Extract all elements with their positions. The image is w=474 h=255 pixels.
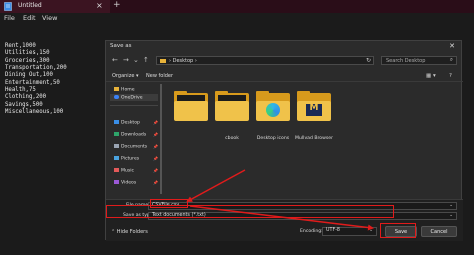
editor-line: Transportation,200 [5,65,67,72]
folder-item[interactable]: M [297,91,331,125]
pin-icon: 📌 [153,132,158,137]
editor-line: Entertainment,50 [5,79,60,86]
organize-button[interactable]: Organize ▾ [112,73,139,79]
view-options-icon[interactable]: ▦ ▾ [426,73,436,79]
home-icon [114,87,119,91]
folder-icon [215,101,249,121]
notepad-icon [4,2,12,11]
filename-row-highlight [106,205,394,218]
mullvad-icon: M [306,103,322,116]
cancel-button[interactable]: Cancel [421,226,457,237]
editor-line: Rent,1000 [5,43,36,49]
navigation-bar: ← → ⌄ ↑ › Desktop › ↻ Search Desktop ⌕ [106,55,463,67]
hide-folders-toggle[interactable]: ⌃ Hide Folders [111,229,148,235]
music-icon [114,168,119,172]
dialog-close-icon[interactable]: ✕ [449,42,455,50]
menu-file[interactable]: File [4,14,15,22]
refresh-icon[interactable]: ↻ [366,57,371,64]
menu-bar: File Edit View [0,13,474,24]
document-icon [114,144,119,148]
desktop-icon [114,120,119,124]
encoding-select[interactable]: UTF-8 ⌄ [322,227,377,236]
address-bar[interactable]: › Desktop › [156,56,374,65]
new-folder-button[interactable]: New folder [146,73,173,79]
sidebar-item-videos[interactable]: Videos [114,180,136,186]
sidebar-item-home[interactable]: Home [114,87,135,93]
editor-line: Savings,500 [5,101,43,108]
chevron-down-icon[interactable]: ⌄ [449,203,453,208]
video-icon [114,180,119,184]
folder-icon [174,101,208,121]
folder-item[interactable] [256,91,290,125]
sidebar-item-documents[interactable]: Documents [114,144,147,150]
search-icon: ⌕ [449,57,453,63]
tab-title: Untitled [18,2,42,9]
sidebar-item-onedrive[interactable]: OneDrive [114,95,143,101]
new-tab-button[interactable]: + [113,0,121,10]
command-bar: Organize ▾ New folder ▦ ▾ ? [106,72,463,82]
sidebar-item-music[interactable]: Music [114,168,134,174]
sidebar-scrollbar[interactable] [160,84,162,194]
picture-icon [114,156,119,160]
save-button-highlight [380,223,416,238]
editor-text[interactable]: Rent,1000 Utilities,150 Groceries,300 Trans… [5,43,67,116]
navigation-pane: Home OneDrive Desktop 📌 Downloads 📌 Docu… [106,84,162,196]
search-input[interactable]: Search Desktop ⌕ [381,56,457,65]
tab-close-icon[interactable]: × [96,1,103,10]
pin-icon: 📌 [153,156,158,161]
pin-icon: 📌 [153,180,158,185]
pin-icon: 📌 [153,144,158,149]
menu-edit[interactable]: Edit [23,14,36,22]
address-path: › Desktop › [169,58,197,64]
encoding-label: Encoding: [300,229,323,234]
chevron-down-icon[interactable]: ⌄ [369,228,373,233]
menu-view[interactable]: View [42,14,57,22]
title-bar: Untitled × + [0,0,474,13]
tab-untitled[interactable]: Untitled × [0,0,110,13]
folder-item[interactable] [174,91,208,125]
editor-line: Groceries,300 [5,57,50,64]
editor-line: Utilities,150 [5,50,50,57]
cloud-icon [114,95,119,99]
editor-line: Miscellaneous,100 [5,109,64,116]
encoding-value: UTF-8 [326,228,340,233]
dialog-title: Save as [110,43,132,49]
help-icon[interactable]: ? [449,73,452,79]
pin-icon: 📌 [153,168,158,173]
sidebar-item-desktop[interactable]: Desktop [114,120,140,126]
sidebar-item-pictures[interactable]: Pictures [114,156,139,162]
search-placeholder: Search Desktop [386,58,426,64]
back-arrow-icon[interactable]: ← [112,56,118,64]
chevron-down-icon[interactable]: ⌄ [449,213,453,218]
editor-line: Health,75 [5,87,36,94]
folder-item[interactable] [215,91,249,125]
editor-line: Dining Out,100 [5,72,53,79]
up-arrow-icon[interactable]: ↑ [143,56,149,64]
editor-line: Clothing,200 [5,94,47,101]
file-label: cbook [225,136,239,141]
forward-arrow-icon[interactable]: → [123,56,129,64]
download-icon [114,132,119,136]
file-label: Mullvad Browser [295,136,333,141]
pin-icon: 📌 [153,120,158,125]
recent-chevron-icon[interactable]: ⌄ [133,56,139,64]
edge-icon [266,103,280,117]
sidebar-item-downloads[interactable]: Downloads [114,132,146,138]
sidebar-divider [110,105,158,106]
folder-icon [160,59,166,63]
